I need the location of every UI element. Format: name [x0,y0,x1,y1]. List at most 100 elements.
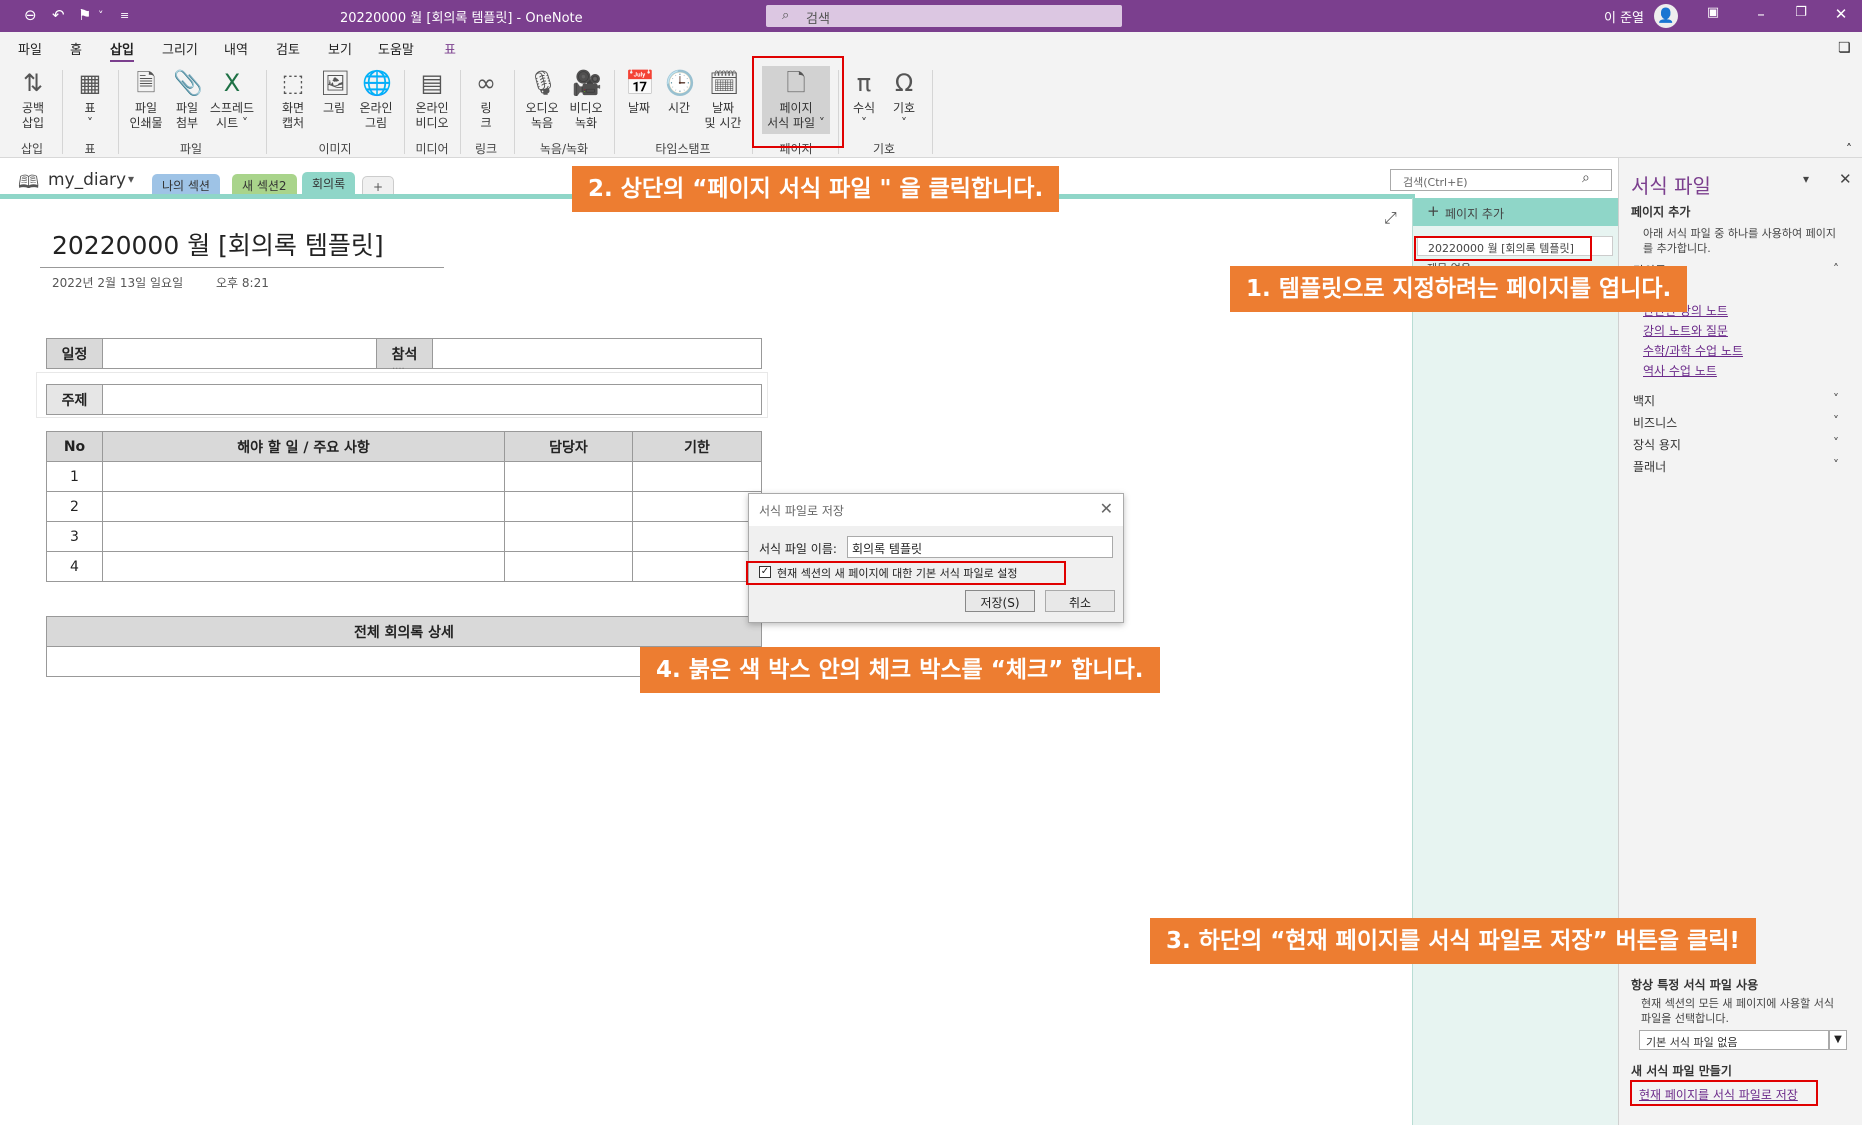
schedule-cell[interactable] [102,338,377,369]
link-button[interactable]: ∞ 링 크 [466,68,506,131]
table-row: 4 [46,551,762,582]
video-record-button[interactable]: 🎥 비디오 녹화 [564,68,608,131]
restore-icon[interactable]: ❐ [1786,5,1816,20]
menu-file[interactable]: 파일 [18,39,42,58]
picture-button[interactable]: 🖼 그림 [316,68,352,116]
date-time-button[interactable]: 🗓 날짜 및 시간 [700,68,746,131]
window-title: 20220000 월 [회의록 템플릿] - OneNote [340,11,583,26]
audio-record-icon: 🎙 [528,69,559,97]
template-link-math-science[interactable]: 수학/과학 수업 노트 [1643,342,1743,359]
customize-qat-icon[interactable]: ≡ [120,9,129,22]
group-label-recording: 녹음/녹화 [539,142,589,156]
spreadsheet-button[interactable]: X 스프레드 시트 ˅ [206,68,258,131]
user-name[interactable]: 이 준열 [1604,7,1644,26]
close-icon[interactable]: ✕ [1839,170,1852,188]
table-cell[interactable] [632,521,762,552]
menu-home[interactable]: 홈 [70,39,82,58]
menu-history[interactable]: 내역 [224,39,248,58]
add-section-button[interactable]: + [362,176,395,196]
section-tab-new-section2[interactable]: 새 섹션2 [232,174,297,196]
menu-view[interactable]: 보기 [328,39,352,58]
subject-cell[interactable] [102,384,762,415]
table-cell[interactable] [504,521,633,552]
search-icon[interactable]: ⌕ [1582,170,1590,186]
menu-review[interactable]: 검토 [276,39,300,58]
ribbon-separator [514,70,515,154]
time-button[interactable]: 🕒 시간 [660,68,698,116]
online-picture-button[interactable]: 🌐 온라인 그림 [354,68,398,131]
add-page-bar[interactable] [1413,198,1619,226]
flag-icon[interactable]: ⚑ [78,6,91,24]
table-cell[interactable] [504,461,633,492]
ribbon-display-icon[interactable]: ▣ [1698,5,1728,20]
symbol-button[interactable]: Ω 기호 ˅ [886,68,922,131]
insert-space-button[interactable]: ⇅ 공백 삽입 [14,68,52,131]
default-template-select[interactable]: 기본 서식 파일 없음 [1639,1030,1829,1050]
search-box[interactable]: ⌕ 검색 [766,5,1122,27]
table-cell[interactable] [632,461,762,492]
chevron-down-icon[interactable]: ˅ [1833,414,1839,428]
expand-page-icon[interactable]: ⤢ [1384,208,1397,228]
template-link-history[interactable]: 역사 수업 노트 [1643,362,1717,379]
equation-button[interactable]: π 수식 ˅ [846,68,882,131]
close-icon[interactable]: ✕ [1826,5,1856,23]
ribbon-separator [266,70,267,154]
ribbon: ⇅ 공백 삽입 삽입 ▦ 표 ˅ 표 🗎 파일 인쇄물 📎 파일 첨부 X 스프레드 시트 ˅ 파일… [0,62,1862,158]
template-link-lecture-questions[interactable]: 강의 노트와 질문 [1643,322,1728,339]
table-cell[interactable] [102,521,505,552]
file-printout-button[interactable]: 🗎 파일 인쇄물 [124,68,168,131]
dropdown-arrow-icon[interactable]: ▼ [1829,1030,1847,1050]
attendees-cell[interactable] [432,338,762,369]
minimize-icon[interactable]: – [1746,5,1776,23]
chevron-up-icon[interactable]: ˄ [1833,262,1839,276]
table-cell[interactable] [102,551,505,582]
table-cell[interactable] [102,461,505,492]
audio-record-button[interactable]: 🎙 오디오 녹음 [520,68,564,131]
table-cell[interactable] [504,491,633,522]
table-cell[interactable] [102,491,505,522]
page-title[interactable]: 20220000 월 [회의록 템플릿] [52,226,384,262]
screen-clipping-button[interactable]: ⬚ 화면 캡처 [272,68,314,131]
table-cell[interactable] [632,551,762,582]
back-icon[interactable]: ⊖ [24,6,37,24]
menu-insert[interactable]: 삽입 [110,39,134,62]
date-button[interactable]: 📅 날짜 [620,68,658,116]
notebook-pane-icon[interactable]: ❏ [1838,40,1851,56]
callout-step-1: 1. 템플릿으로 지정하려는 페이지를 엽니다. [1230,266,1688,312]
chevron-down-icon[interactable]: ˅ [1833,436,1839,450]
online-video-button[interactable]: ▤ 온라인 비디오 [410,68,454,131]
ribbon-separator [404,70,405,154]
category-business[interactable]: 비즈니스 [1633,414,1677,431]
page-search-input[interactable]: 검색(Ctrl+E) [1390,169,1612,191]
close-icon[interactable]: ✕ [1100,499,1113,518]
save-button[interactable]: 저장(S) [965,590,1035,612]
undo-icon[interactable]: ↶ [52,6,65,24]
table-cell[interactable] [632,491,762,522]
chevron-down-icon[interactable]: ˅ [1833,458,1839,472]
save-template-dialog: 서식 파일로 저장 ✕ 서식 파일 이름: 회의록 템플릿 ✓ 현재 섹션의 새… [748,493,1124,623]
insert-space-icon: ⇅ [22,69,44,97]
attach-file-button[interactable]: 📎 파일 첨부 [170,68,204,131]
template-name-input[interactable]: 회의록 템플릿 [847,536,1113,558]
category-blank[interactable]: 백지 [1633,392,1655,409]
title-bar: ⊖ ↶ ⚑ ˅ ≡ 20220000 월 [회의록 템플릿] - OneNote… [0,0,1862,32]
avatar[interactable]: 👤 [1654,4,1678,28]
collapse-ribbon-icon[interactable]: ˄ [1846,142,1852,156]
chevron-down-icon[interactable]: ˅ [1833,392,1839,406]
category-decorative[interactable]: 장식 용지 [1633,436,1681,453]
menu-table[interactable]: 표 [444,39,456,58]
category-planner[interactable]: 플래너 [1633,458,1666,475]
cancel-button[interactable]: 취소 [1045,590,1115,612]
chevron-down-icon[interactable]: ▾ [128,172,134,186]
menu-help[interactable]: 도움말 [378,39,414,58]
chevron-down-icon[interactable]: ▾ [1803,172,1809,186]
notebook-name[interactable]: my_diary [48,170,126,190]
table-row: 3 [46,521,762,552]
table-cell[interactable] [504,551,633,582]
row-number: 2 [46,491,103,522]
section-tab-meeting-notes[interactable]: 회의록 [302,172,356,196]
section-tab-my-section[interactable]: 나의 섹션 [152,174,220,196]
table-button[interactable]: ▦ 표 ˅ [70,68,110,131]
menu-draw[interactable]: 그리기 [162,39,198,58]
chevron-down-icon[interactable]: ˅ [98,9,104,22]
